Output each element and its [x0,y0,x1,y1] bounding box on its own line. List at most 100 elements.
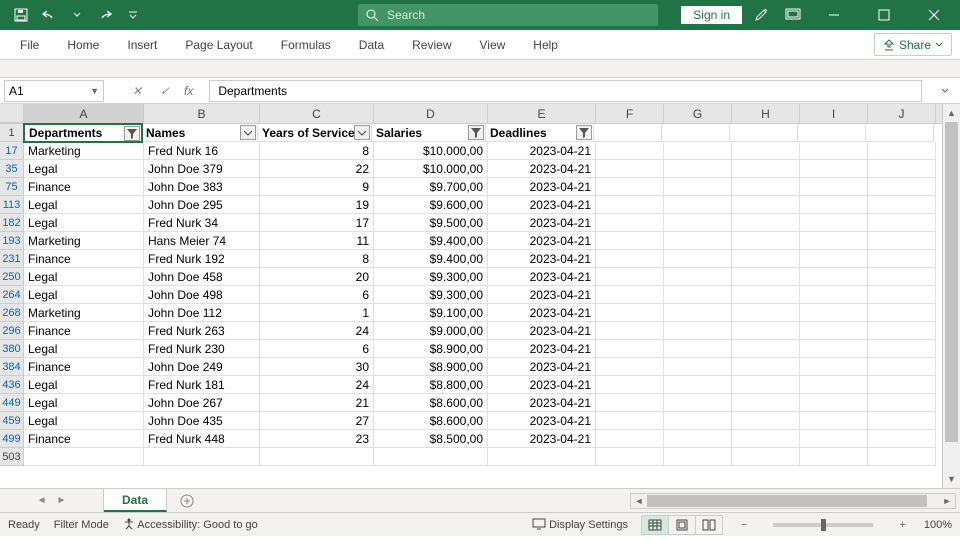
tab-insert[interactable]: Insert [113,30,171,59]
cell[interactable] [664,178,732,196]
cell[interactable] [868,448,936,466]
cell-department[interactable]: Marketing [24,304,144,322]
tab-data[interactable]: Data [345,30,398,59]
row-header[interactable]: 384 [0,358,24,376]
cell-department[interactable]: Legal [24,340,144,358]
display-settings[interactable]: Display Settings [532,518,628,531]
chevron-down-icon[interactable]: ▼ [90,86,99,96]
zoom-out-button[interactable]: − [737,519,751,531]
cell-department[interactable]: Finance [24,358,144,376]
cell-years[interactable]: 11 [260,232,374,250]
row-header[interactable]: 35 [0,160,24,178]
row-header[interactable]: 182 [0,214,24,232]
cell[interactable] [662,124,730,142]
cell[interactable] [664,142,732,160]
cell-deadline[interactable]: 2023-04-21 [488,160,596,178]
cell-department[interactable]: Legal [24,214,144,232]
cell-years[interactable]: 23 [260,430,374,448]
cell-department[interactable]: Finance [24,322,144,340]
cell[interactable] [800,142,868,160]
row-header[interactable]: 250 [0,268,24,286]
cell-name[interactable]: John Doe 295 [144,196,260,214]
cell[interactable] [732,358,800,376]
cell-deadline[interactable]: 2023-04-21 [488,394,596,412]
cell[interactable] [664,160,732,178]
formula-input[interactable]: Departments [209,80,922,102]
tab-review[interactable]: Review [398,30,465,59]
status-accessibility[interactable]: Accessibility: Good to go [123,518,258,531]
cell[interactable] [24,448,144,466]
cell[interactable] [374,448,488,466]
col-header-e[interactable]: E [488,104,596,123]
cell[interactable] [732,430,800,448]
cell[interactable] [732,412,800,430]
col-header-a[interactable]: A [24,104,144,123]
cell-salary[interactable]: $9.700,00 [374,178,488,196]
cell-years[interactable]: 21 [260,394,374,412]
tab-view[interactable]: View [466,30,520,59]
cell-name[interactable]: Fred Nurk 192 [144,250,260,268]
cell[interactable] [868,178,936,196]
cell[interactable] [868,340,936,358]
cell[interactable] [868,268,936,286]
row-header[interactable]: 436 [0,376,24,394]
filter-departments[interactable] [124,126,140,141]
share-button[interactable]: Share [874,33,952,56]
page-break-view-icon[interactable] [695,515,723,535]
cell[interactable] [664,286,732,304]
cell-name[interactable]: John Doe 249 [144,358,260,376]
cell[interactable] [732,178,800,196]
cell-deadline[interactable]: 2023-04-21 [488,142,596,160]
scrollbar-thumb[interactable] [945,122,958,442]
header-salaries[interactable]: Salaries [372,124,486,142]
cell-deadline[interactable]: 2023-04-21 [488,304,596,322]
zoom-slider[interactable] [773,523,873,527]
ribbon-display-icon[interactable] [780,3,806,27]
redo-icon[interactable] [92,3,118,27]
sign-in-button[interactable]: Sign in [681,6,742,24]
cell-deadline[interactable]: 2023-04-21 [488,412,596,430]
select-all-corner[interactable] [0,104,24,123]
cell-deadline[interactable]: 2023-04-21 [488,232,596,250]
cell[interactable] [664,322,732,340]
cell[interactable] [596,250,664,268]
cell-years[interactable]: 6 [260,340,374,358]
tab-formulas[interactable]: Formulas [267,30,345,59]
cell[interactable] [596,160,664,178]
cell[interactable] [732,214,800,232]
cell[interactable] [732,232,800,250]
cell[interactable] [732,142,800,160]
cell-name[interactable]: John Doe 267 [144,394,260,412]
tab-home[interactable]: Home [53,30,113,59]
cell[interactable] [260,448,374,466]
sheet-next-icon[interactable]: ► [57,495,67,506]
cell-department[interactable]: Legal [24,196,144,214]
cell[interactable] [732,250,800,268]
cell[interactable] [800,448,868,466]
header-names[interactable]: Names [142,124,258,142]
cell[interactable] [800,178,868,196]
cell-salary[interactable]: $8.900,00 [374,358,488,376]
cell-department[interactable]: Legal [24,160,144,178]
sheet-tab-data[interactable]: Data [104,489,167,512]
cell-years[interactable]: 17 [260,214,374,232]
cell[interactable] [800,232,868,250]
row-header[interactable]: 449 [0,394,24,412]
cell[interactable] [664,232,732,250]
cell[interactable] [664,448,732,466]
cell-salary[interactable]: $8.600,00 [374,412,488,430]
cell-name[interactable]: Fred Nurk 181 [144,376,260,394]
cell[interactable] [866,124,934,142]
close-icon[interactable] [912,0,956,30]
cell-salary[interactable]: $8.900,00 [374,340,488,358]
filter-deadlines[interactable] [576,125,592,140]
col-header-h[interactable]: H [732,104,800,123]
cell-salary[interactable]: $9.600,00 [374,196,488,214]
cell-deadline[interactable]: 2023-04-21 [488,430,596,448]
cell[interactable] [732,340,800,358]
cell[interactable] [868,160,936,178]
cell-department[interactable]: Finance [24,430,144,448]
cell[interactable] [664,304,732,322]
col-header-g[interactable]: G [664,104,732,123]
cell-years[interactable]: 24 [260,376,374,394]
